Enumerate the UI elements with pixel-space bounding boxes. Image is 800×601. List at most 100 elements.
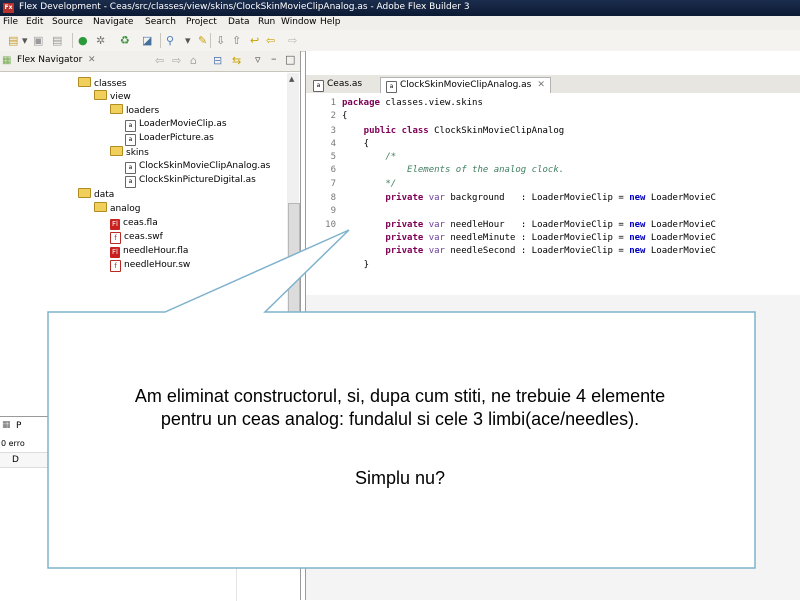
search-icon[interactable]: ⚲ — [166, 34, 174, 47]
debug-icon[interactable]: ✲ — [96, 34, 105, 47]
flex-navigator-tab[interactable]: ▦ Flex Navigator ✕ ⇦ ⇨ ⌂ ⊟ ⇆ ▿ – □ — [0, 51, 300, 72]
profile-icon[interactable]: ♻ — [120, 34, 130, 47]
line-number: 8 — [330, 193, 336, 203]
tree-item-data[interactable]: data — [78, 188, 114, 200]
tree-item-loaderpicture[interactable]: a LoaderPicture.as — [125, 132, 214, 146]
close-icon[interactable]: ✕ — [88, 54, 96, 67]
main-toolbar: ▤ ▾ ▣ ▤ ● ✲ ♻ ◪ ⚲ ▾ ✎ ⇩ ⇧ ↩ ⇦ ⇨ — [0, 30, 800, 52]
tree-item-clockskinpicturedigital[interactable]: a ClockSkinPictureDigital.as — [125, 174, 256, 188]
problems-icon[interactable]: ▦ — [2, 420, 11, 430]
folder-open-icon — [110, 104, 123, 114]
tree-item-classes[interactable]: classes — [78, 77, 127, 89]
tree-item-loadermovieclip[interactable]: a LoaderMovieClip.as — [125, 118, 227, 132]
last-edit-icon[interactable]: ↩ — [250, 34, 259, 47]
line-number: 5 — [330, 152, 336, 162]
forward-icon[interactable]: ⇨ — [288, 34, 297, 47]
save-icon[interactable]: ▣ — [33, 34, 43, 47]
errors-count: 0 erro — [1, 439, 25, 448]
problems-tab-label[interactable]: P — [16, 421, 21, 431]
home-icon[interactable]: ⌂ — [190, 54, 197, 67]
code-area[interactable]: 1 2 3 4 5 6 7 8 9 10 package classes.vie… — [306, 95, 800, 295]
code-line-11: private var needleMinute : LoaderMovieCl… — [342, 233, 716, 243]
maximize-icon[interactable]: □ — [285, 53, 295, 66]
code-line-8: private var background : LoaderMovieClip… — [342, 193, 716, 203]
menu-source[interactable]: Source — [52, 17, 83, 27]
prev-annotation-icon[interactable]: ⇧ — [232, 34, 241, 47]
flex-navigator-panel: ▦ Flex Navigator ✕ ⇦ ⇨ ⌂ ⊟ ⇆ ▿ – □ class… — [0, 51, 301, 601]
collapse-all-icon[interactable]: ⊟ — [213, 54, 222, 67]
code-line-6: Elements of the analog clock. — [342, 165, 565, 175]
line-number: 3 — [330, 126, 336, 136]
actionscript-file-icon: a — [313, 80, 324, 92]
tree-item-clockskinmovieclipanalog[interactable]: a ClockSkinMovieClipAnalog.as — [125, 160, 270, 174]
line-number: 10 — [325, 220, 336, 230]
line-number: 6 — [330, 165, 336, 175]
problems-header-row — [0, 452, 300, 468]
back-arrow-icon[interactable]: ⇦ — [155, 54, 164, 67]
dropdown-arrow-icon[interactable]: ▾ — [22, 34, 28, 47]
next-annotation-icon[interactable]: ⇩ — [216, 34, 225, 47]
code-line-10: private var needleHour : LoaderMovieClip… — [342, 220, 716, 230]
menu-search[interactable]: Search — [145, 17, 176, 27]
actionscript-file-icon: a — [125, 162, 136, 174]
tab-clockskinmovieclipanalog[interactable]: a ClockSkinMovieClipAnalog.as ✕ — [380, 77, 551, 93]
code-editor: a Ceas.as a ClockSkinMovieClipAnalog.as ✕ 1… — [305, 51, 800, 600]
menu-data[interactable]: Data — [228, 17, 250, 27]
actionscript-file-icon: a — [125, 120, 136, 132]
menu-run[interactable]: Run — [258, 17, 275, 27]
fla-file-icon: Fl — [110, 247, 120, 258]
callout-line-3: Simplu nu? — [354, 468, 446, 488]
code-line-2: { — [342, 111, 348, 121]
swf-file-icon: f — [110, 260, 121, 272]
callout-line-1: Am eliminat constructorul, si, dupa cum … — [134, 386, 666, 406]
menu-file[interactable]: File — [3, 17, 18, 27]
menu-project[interactable]: Project — [186, 17, 217, 27]
code-line-1: package classes.view.skins — [342, 98, 483, 108]
actionscript-file-icon: a — [125, 134, 136, 146]
forward-arrow-icon[interactable]: ⇨ — [172, 54, 181, 67]
actionscript-file-icon: a — [386, 81, 397, 93]
editor-empty-area[interactable] — [306, 295, 800, 600]
scrollbar-thumb[interactable] — [288, 203, 300, 325]
line-number: 2 — [330, 111, 336, 121]
scroll-up-arrow-icon[interactable]: ▲ — [289, 75, 294, 83]
back-icon[interactable]: ⇦ — [266, 34, 275, 47]
menu-help[interactable]: Help — [320, 17, 341, 27]
description-column-header[interactable]: D — [12, 455, 19, 465]
close-tab-icon[interactable]: ✕ — [537, 80, 545, 90]
tree-item-ceas-fla[interactable]: Fl ceas.fla — [110, 217, 158, 230]
menu-navigate[interactable]: Navigate — [93, 17, 133, 27]
menu-bar: File Edit Source Navigate Search Project… — [0, 16, 800, 30]
tree-item-loaders[interactable]: loaders — [110, 104, 159, 116]
tab-ceas-as[interactable]: a Ceas.as — [308, 77, 367, 92]
folder-open-icon — [94, 90, 107, 100]
tree-item-skins[interactable]: skins — [110, 146, 149, 158]
menu-window[interactable]: Window — [281, 17, 317, 27]
tree-item-needlehour-swf[interactable]: f needleHour.sw — [110, 259, 190, 272]
tree-item-ceas-swf[interactable]: f ceas.swf — [110, 231, 163, 244]
link-editor-icon[interactable]: ⇆ — [232, 54, 241, 67]
code-line-4: { — [342, 139, 370, 149]
folder-open-icon — [78, 188, 91, 198]
tree-item-view[interactable]: view — [94, 90, 131, 102]
tree-item-needlehour-fla[interactable]: Fl needleHour.fla — [110, 245, 188, 258]
flex-builder-app-icon: Fx — [3, 3, 14, 13]
run-icon[interactable]: ● — [78, 34, 88, 47]
export-icon[interactable]: ◪ — [142, 34, 152, 47]
view-menu-icon[interactable]: ▿ — [255, 53, 261, 66]
minimize-icon[interactable]: – — [271, 52, 277, 65]
folder-open-icon — [110, 146, 123, 156]
editor-tabs: a Ceas.as a ClockSkinMovieClipAnalog.as ✕ — [306, 75, 800, 93]
print-icon[interactable]: ▤ — [52, 34, 62, 47]
actionscript-file-icon: a — [125, 176, 136, 188]
tree-item-analog[interactable]: analog — [94, 202, 140, 214]
new-file-icon[interactable]: ▤ — [8, 34, 18, 47]
line-number: 7 — [330, 179, 336, 189]
dropdown-arrow-icon[interactable]: ▾ — [185, 34, 191, 47]
toolbar-separator — [72, 33, 73, 48]
menu-edit[interactable]: Edit — [26, 17, 43, 27]
swf-file-icon: f — [110, 232, 121, 244]
code-line-12: private var needleSecond : LoaderMovieCl… — [342, 246, 716, 256]
highlight-icon[interactable]: ✎ — [198, 34, 207, 47]
fla-file-icon: Fl — [110, 219, 120, 230]
